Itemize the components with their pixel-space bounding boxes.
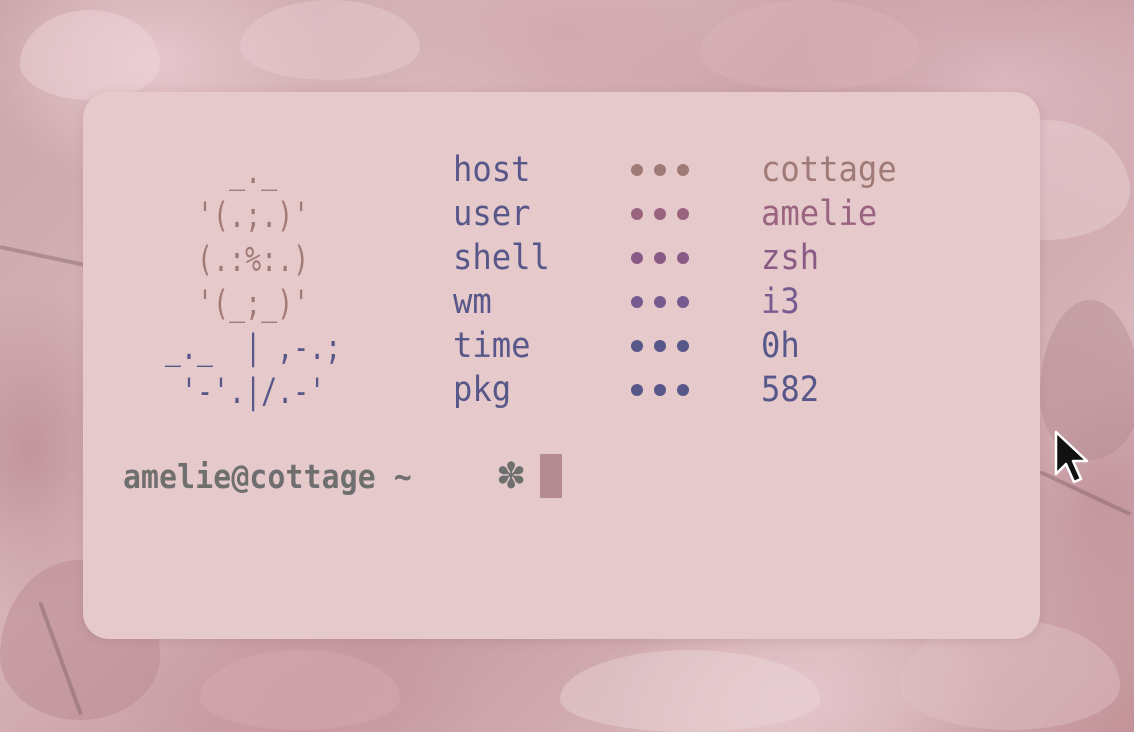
dot	[654, 164, 666, 176]
info-value: 0h	[761, 326, 800, 366]
flower-icon: ✽	[496, 455, 527, 497]
info-value: 582	[761, 370, 820, 410]
shell-prompt[interactable]: amelie@cottage ~ ✽	[123, 454, 562, 498]
ascii-line: _._ | ,-.;	[165, 328, 342, 368]
dot	[677, 208, 689, 220]
prompt-text: amelie@cottage ~	[123, 456, 412, 496]
ascii-line: '-'.|/.-'	[165, 372, 326, 412]
dot	[654, 296, 666, 308]
separator-dots-icon	[631, 252, 691, 264]
terminal-window[interactable]: _._ '(.;.)' (.:%:.) '(_;_)' _._ | ,-.; '-…	[83, 92, 1040, 639]
info-key: shell	[453, 238, 550, 278]
blossom-decoration	[20, 10, 160, 100]
info-value: cottage	[761, 150, 897, 190]
dot	[677, 340, 689, 352]
info-value: amelie	[761, 194, 878, 234]
info-value: zsh	[761, 238, 820, 278]
dot	[631, 384, 643, 396]
branch-decoration	[0, 245, 89, 268]
dot	[677, 296, 689, 308]
dot	[677, 384, 689, 396]
blossom-decoration	[700, 0, 920, 90]
separator-dots-icon	[631, 164, 691, 176]
dot	[631, 208, 643, 220]
separator-dots-icon	[631, 208, 691, 220]
dot	[677, 252, 689, 264]
dot	[631, 296, 643, 308]
dot	[654, 252, 666, 264]
separator-dots-icon	[631, 340, 691, 352]
blossom-decoration	[240, 0, 420, 80]
ascii-tree-art: _._ '(.;.)' (.:%:.) '(_;_)' _._ | ,-.; '-…	[165, 150, 341, 414]
ascii-line: (.:%:.)	[165, 240, 310, 280]
dot	[654, 208, 666, 220]
dot	[654, 384, 666, 396]
ascii-line: '(.;.)'	[165, 196, 310, 236]
dot	[654, 340, 666, 352]
separator-dots-icon	[631, 384, 691, 396]
mouse-pointer-icon	[1054, 430, 1089, 484]
ascii-line: '(_;_)'	[165, 284, 310, 324]
info-key: host	[453, 150, 531, 190]
blossom-decoration	[200, 650, 400, 730]
dot	[631, 252, 643, 264]
blossom-decoration	[560, 650, 820, 732]
ascii-line: _._	[165, 152, 278, 192]
dot	[631, 164, 643, 176]
text-cursor[interactable]	[540, 454, 562, 498]
separator-dots-icon	[631, 296, 691, 308]
info-key: user	[453, 194, 531, 234]
fetch-output: _._ '(.;.)' (.:%:.) '(_;_)' _._ | ,-.; '-…	[83, 92, 1040, 639]
info-value: i3	[761, 282, 800, 322]
dot	[631, 340, 643, 352]
info-key: pkg	[453, 370, 512, 410]
dot	[677, 164, 689, 176]
info-key: time	[453, 326, 531, 366]
info-key: wm	[453, 282, 492, 322]
